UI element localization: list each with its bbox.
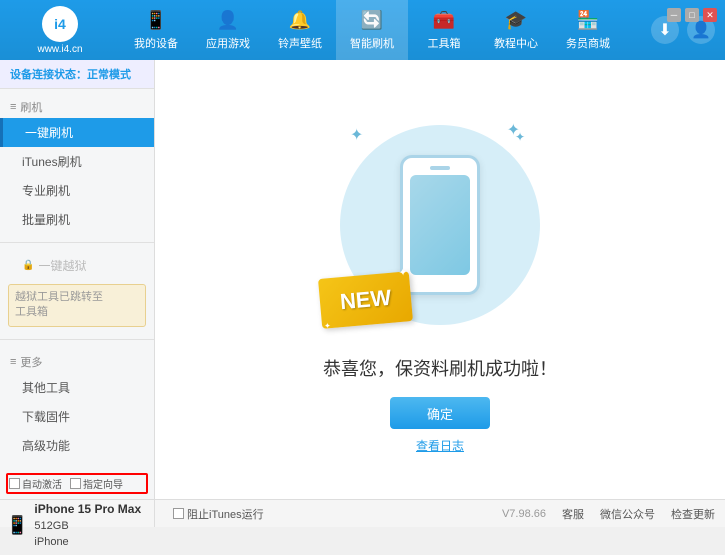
- sidebar-section-more: ≡ 更多 其他工具 下载固件 高级功能: [0, 344, 154, 464]
- nav-tutorial[interactable]: 🎓 教程中心: [480, 0, 552, 60]
- new-badge: NEW ✦ ✦: [320, 275, 411, 325]
- auto-activate-box[interactable]: [9, 478, 20, 489]
- sidebar-jailbreak-disabled: 🔒 一键越狱: [0, 251, 154, 280]
- tutorial-icon: 🎓: [505, 10, 527, 31]
- nav-toolbox-label: 工具箱: [428, 35, 461, 51]
- auto-activate-label: 自动激活: [22, 476, 62, 491]
- divider2: [0, 339, 154, 340]
- itunes-row: 阻止iTunes运行: [165, 506, 264, 522]
- bottom-main-section: 阻止iTunes运行 V7.98.66 客服 微信公众号 检查更新: [155, 500, 725, 527]
- itunes-checkbox[interactable]: [173, 508, 184, 519]
- new-badge-text: NEW: [339, 285, 392, 314]
- divider1: [0, 242, 154, 243]
- sidebar-group-more: ≡ 更多: [0, 348, 154, 373]
- confirm-button[interactable]: 确定: [390, 397, 490, 429]
- nav-app-game[interactable]: 👤 应用游戏: [192, 0, 264, 60]
- nav-service-label: 务员商城: [566, 35, 610, 51]
- check-update-link[interactable]: 检查更新: [671, 506, 715, 522]
- app-game-icon: 👤: [217, 10, 239, 31]
- ringtone-icon: 🔔: [289, 10, 311, 31]
- nav-ringtone-label: 铃声壁纸: [278, 35, 322, 51]
- sidebar: 设备连接状态：正常模式 ≡ 刷机 一键刷机 iTunes刷机 专业刷机 批量刷机…: [0, 60, 155, 499]
- sidebar-item-other-tools[interactable]: 其他工具: [0, 373, 154, 402]
- service-icon: 🏪: [577, 10, 599, 31]
- phone-illustration: ✦ ✦ ✦ NEW ✦ ✦: [330, 105, 550, 345]
- phone-shape: [400, 155, 480, 295]
- sidebar-item-itunes-flash[interactable]: iTunes刷机: [0, 147, 154, 176]
- sidebar-group-flash: ≡ 刷机: [0, 93, 154, 118]
- device-type: iPhone: [34, 534, 141, 551]
- main-layout: 设备连接状态：正常模式 ≡ 刷机 一键刷机 iTunes刷机 专业刷机 批量刷机…: [0, 60, 725, 499]
- nav-ringtone[interactable]: 🔔 铃声壁纸: [264, 0, 336, 60]
- sidebar-item-onekey-flash[interactable]: 一键刷机: [0, 118, 154, 147]
- nav-my-device[interactable]: 📱 我的设备: [120, 0, 192, 60]
- sidebar-item-pro-flash[interactable]: 专业刷机: [0, 176, 154, 205]
- status-value: 正常模式: [87, 69, 131, 81]
- my-device-icon: 📱: [145, 10, 167, 31]
- sidebar-item-advanced[interactable]: 高级功能: [0, 431, 154, 460]
- checkbox-row: 自动激活 指定向导: [9, 476, 145, 491]
- checkbox-group: 自动激活 指定向导: [6, 473, 148, 494]
- sidebar-status: 设备连接状态：正常模式: [0, 60, 154, 89]
- logo-icon: i4: [42, 6, 78, 42]
- device-phone-icon: 📱: [6, 515, 28, 536]
- close-button[interactable]: ✕: [703, 8, 717, 22]
- auto-activate-checkbox[interactable]: 自动激活: [9, 476, 62, 491]
- sidebar-section-flash: ≡ 刷机 一键刷机 iTunes刷机 专业刷机 批量刷机: [0, 89, 154, 238]
- new-badge-inner: NEW ✦ ✦: [318, 271, 413, 329]
- phone-notch: [430, 166, 450, 170]
- smart-flash-icon: 🔄: [361, 10, 383, 31]
- nav-tutorial-label: 教程中心: [494, 35, 538, 51]
- sparkle1: ✦: [350, 125, 363, 145]
- sidebar-item-download-firmware[interactable]: 下载固件: [0, 402, 154, 431]
- bottom-bar: 自动激活 指定向导 📱 iPhone 15 Pro Max 512GB iPho…: [0, 499, 725, 527]
- bottom-sidebar-section: 自动激活 指定向导 📱 iPhone 15 Pro Max 512GB iPho…: [0, 500, 155, 527]
- nav-service[interactable]: 🏪 务员商城: [552, 0, 624, 60]
- sidebar-item-batch-flash[interactable]: 批量刷机: [0, 205, 154, 234]
- logo-area: i4 www.i4.cn: [0, 0, 120, 60]
- guided-activate-checkbox[interactable]: 指定向导: [70, 476, 123, 491]
- nav-bar: 📱 我的设备 👤 应用游戏 🔔 铃声壁纸 🔄 智能刷机 🧰 工具箱 🎓 教程中心…: [120, 0, 651, 60]
- main-content: ✦ ✦ ✦ NEW ✦ ✦ 恭喜您，保资料刷机成功啦！ 确定 查看日志: [155, 60, 725, 499]
- log-link[interactable]: 查看日志: [416, 437, 464, 454]
- device-name: iPhone 15 Pro Max: [34, 500, 141, 518]
- guided-activate-box[interactable]: [70, 478, 81, 489]
- itunes-label: 阻止iTunes运行: [187, 506, 264, 522]
- nav-my-device-label: 我的设备: [134, 35, 178, 51]
- guided-activate-label: 指定向导: [83, 476, 123, 491]
- minimize-button[interactable]: ─: [667, 8, 681, 22]
- kefu-link[interactable]: 客服: [562, 506, 584, 522]
- toolbox-icon: 🧰: [433, 10, 455, 31]
- sidebar-notice: 越狱工具已跳转至工具箱: [8, 284, 146, 327]
- phone-screen: [410, 175, 470, 275]
- version-text: V7.98.66: [502, 508, 546, 520]
- logo-subtitle: www.i4.cn: [37, 44, 82, 55]
- device-row: 📱 iPhone 15 Pro Max 512GB iPhone: [6, 496, 148, 555]
- sidebar-section-jailbreak: 🔒 一键越狱 越狱工具已跳转至工具箱: [0, 247, 154, 335]
- window-controls: ─ □ ✕: [667, 8, 717, 22]
- wechat-link[interactable]: 微信公众号: [600, 506, 655, 522]
- nav-smart-flash-label: 智能刷机: [350, 35, 394, 51]
- device-storage: 512GB: [34, 518, 141, 535]
- maximize-button[interactable]: □: [685, 8, 699, 22]
- success-title: 恭喜您，保资料刷机成功啦！: [323, 355, 557, 381]
- nav-smart-flash[interactable]: 🔄 智能刷机: [336, 0, 408, 60]
- nav-toolbox[interactable]: 🧰 工具箱: [408, 0, 480, 60]
- device-info: iPhone 15 Pro Max 512GB iPhone: [34, 500, 141, 551]
- status-label: 设备连接状态：: [10, 69, 87, 81]
- nav-app-game-label: 应用游戏: [206, 35, 250, 51]
- sparkle3: ✦: [515, 130, 525, 144]
